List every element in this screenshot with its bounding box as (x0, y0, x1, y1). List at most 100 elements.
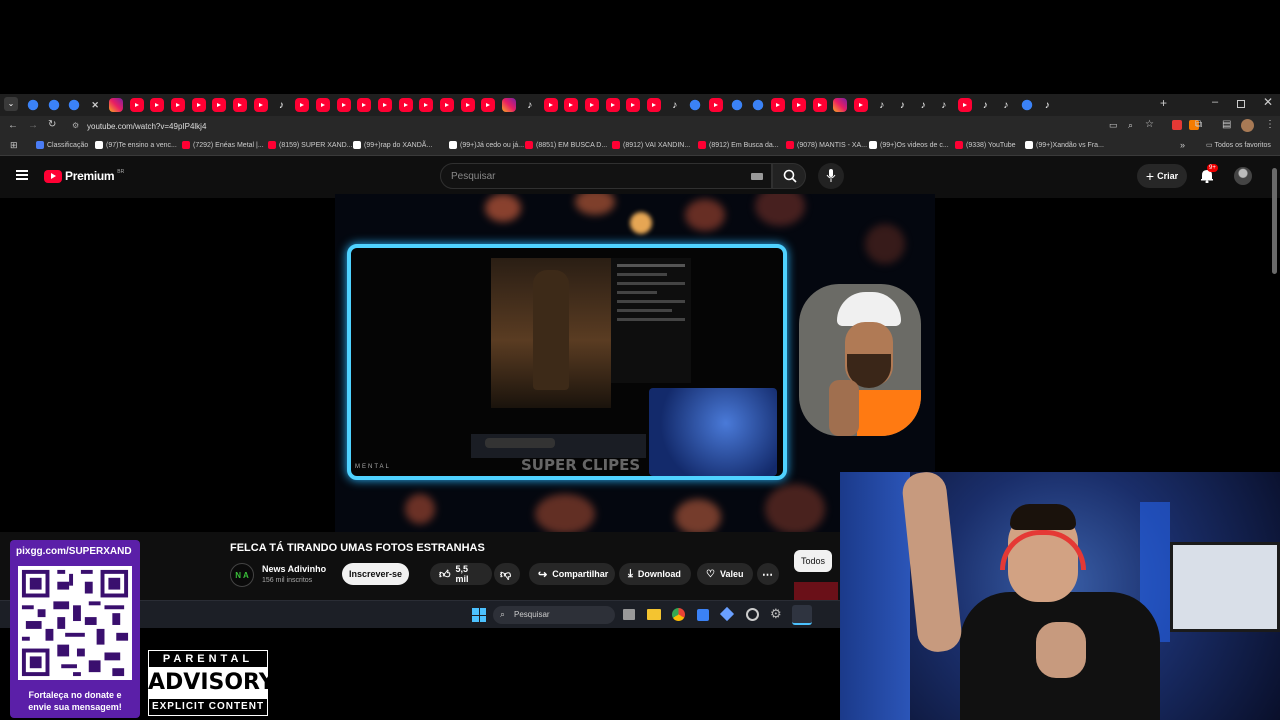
tab-youtube-icon[interactable] (854, 98, 868, 112)
tab-tiktok-icon[interactable]: ♪ (937, 98, 951, 112)
tab-site-icon[interactable] (48, 99, 59, 111)
chrome-icon[interactable] (672, 608, 685, 621)
zoom-icon[interactable]: ⌕ (1128, 120, 1133, 131)
bookmark-item[interactable]: (99+)rap do XANDÃ... (353, 141, 432, 149)
youtube-logo[interactable]: Premium BR (44, 169, 124, 183)
bookmark-item[interactable]: (8912) Em Busca da... (698, 141, 779, 149)
bookmark-item[interactable]: (8912) VAI XANDIN... (612, 141, 690, 149)
tab-youtube-icon[interactable] (357, 98, 372, 112)
minimize-button[interactable]: – (1212, 96, 1218, 108)
site-info-icon[interactable]: ⚙ (72, 121, 79, 130)
search-input[interactable]: Pesquisar (451, 171, 495, 182)
bookmark-item[interactable]: (97)Te ensino a venc... (95, 141, 177, 149)
tab-youtube-icon[interactable] (564, 98, 579, 112)
extensions-icon[interactable]: ⧉ (1195, 119, 1202, 130)
tab-youtube-icon[interactable] (791, 98, 806, 112)
bookmarks-overflow-icon[interactable]: » (1180, 140, 1185, 150)
tab-tiktok-icon[interactable]: ♪ (895, 98, 909, 112)
tab-youtube-icon[interactable] (481, 98, 496, 112)
download-button[interactable]: ⤓ Download (619, 563, 691, 585)
reload-icon[interactable]: ↻ (48, 119, 56, 130)
tab-youtube-icon[interactable] (377, 98, 392, 112)
maximize-button[interactable] (1237, 100, 1245, 108)
settings-gear-icon[interactable]: ⚙ (770, 606, 782, 622)
tab-close-icon[interactable]: ✕ (88, 98, 102, 112)
file-explorer-icon[interactable] (647, 609, 661, 620)
tab-youtube-icon[interactable] (647, 98, 661, 112)
task-view-icon[interactable] (623, 609, 635, 620)
tab-tiktok-icon[interactable]: ♪ (875, 98, 889, 112)
all-favorites-folder[interactable]: ▭ Todos os favoritos (1206, 141, 1271, 149)
star-icon[interactable]: ☆ (1145, 119, 1154, 130)
create-button[interactable]: + Criar (1137, 164, 1187, 188)
keyboard-icon[interactable] (751, 173, 763, 180)
omnibox[interactable]: ⚙ youtube.com/watch?v=49pIP4lkj4 (66, 118, 1106, 136)
tab-youtube-icon[interactable] (336, 98, 351, 112)
tab-tiktok-icon[interactable]: ♪ (916, 98, 930, 112)
bookmark-item[interactable]: (7292) Enéas Metal |... (182, 141, 264, 149)
tab-tiktok-icon[interactable]: ♪ (1040, 98, 1054, 112)
notifications-button[interactable]: 9+ (1200, 164, 1218, 188)
tab-site-icon[interactable] (69, 99, 80, 111)
share-button[interactable]: ↪ Compartilhar (529, 563, 615, 585)
thanks-button[interactable]: ♡ Valeu (697, 563, 753, 585)
tab-site-icon[interactable] (690, 99, 701, 111)
tab-youtube-icon[interactable] (150, 98, 165, 112)
tab-youtube-icon[interactable] (233, 98, 247, 112)
tab-youtube-icon[interactable] (709, 98, 724, 112)
tab-youtube-icon[interactable] (543, 98, 558, 112)
tab-youtube-icon[interactable] (957, 98, 972, 112)
obs-icon[interactable] (746, 608, 759, 621)
tab-site-icon[interactable] (731, 99, 743, 111)
bookmark-item[interactable]: (9078) MANTIS - XA... (786, 141, 867, 149)
tab-tiktok-icon[interactable]: ♪ (523, 98, 537, 112)
tab-youtube-icon[interactable] (253, 98, 268, 112)
like-button[interactable]: 👍︎ 5,5 mil (430, 563, 492, 585)
cast-icon[interactable]: ▭ (1109, 120, 1118, 131)
tab-youtube-icon[interactable] (129, 98, 144, 112)
tab-site-icon[interactable] (752, 99, 763, 111)
profile-avatar[interactable] (1241, 119, 1254, 132)
forward-icon[interactable]: → (28, 120, 38, 131)
tab-youtube-icon[interactable] (212, 98, 227, 112)
tab-tiktok-icon[interactable]: ♪ (999, 98, 1013, 112)
dislike-button[interactable]: 👎︎ (494, 563, 520, 585)
new-tab-button[interactable]: + (1160, 96, 1167, 110)
tab-youtube-icon[interactable] (398, 98, 413, 112)
search-button[interactable] (772, 163, 806, 189)
tab-youtube-icon[interactable] (605, 98, 620, 112)
tab-tiktok-icon[interactable]: ♪ (274, 98, 288, 112)
app-icon-diamond[interactable] (719, 606, 735, 622)
voice-search-button[interactable] (818, 163, 844, 189)
apps-grid-icon[interactable]: ⊞ (10, 140, 18, 151)
bookmark-item[interactable]: (8851) EM BUSCA D... (525, 141, 607, 149)
tab-site-icon[interactable] (27, 99, 39, 111)
tab-youtube-icon[interactable] (440, 98, 454, 112)
chip-all[interactable]: Todos (794, 550, 832, 572)
tab-instagram-icon[interactable] (502, 98, 517, 112)
tab-site-icon[interactable] (1021, 99, 1032, 111)
tab-youtube-icon[interactable] (584, 98, 599, 112)
steam-icon[interactable] (792, 605, 812, 625)
tab-youtube-icon[interactable] (812, 98, 827, 112)
tab-youtube-icon[interactable] (315, 98, 330, 112)
channel-avatar[interactable]: N A (230, 563, 254, 587)
tab-youtube-icon[interactable] (191, 98, 206, 112)
channel-name[interactable]: News Adivinho (262, 564, 326, 574)
tab-youtube-icon[interactable] (170, 98, 185, 112)
hamburger-menu-icon[interactable] (16, 170, 28, 180)
tab-youtube-icon[interactable] (460, 98, 475, 112)
sidepanel-icon[interactable]: ▤ (1222, 119, 1231, 130)
tab-search-button[interactable]: ⌄ (4, 97, 18, 111)
taskbar-search[interactable]: ⌕ Pesquisar (493, 606, 615, 624)
windows-start-icon[interactable] (472, 608, 486, 622)
account-avatar[interactable] (1234, 167, 1252, 185)
bookmark-item[interactable]: Classificação (36, 141, 88, 149)
app-icon-blue[interactable] (697, 609, 709, 621)
tab-instagram-icon[interactable] (833, 98, 848, 112)
tab-youtube-icon[interactable] (771, 98, 786, 112)
tab-youtube-icon[interactable] (295, 98, 310, 112)
tab-tiktok-icon[interactable]: ♪ (668, 98, 682, 112)
tab-tiktok-icon[interactable]: ♪ (978, 98, 992, 112)
bookmark-item[interactable]: (99+)Já cedo ou já... (449, 141, 524, 149)
